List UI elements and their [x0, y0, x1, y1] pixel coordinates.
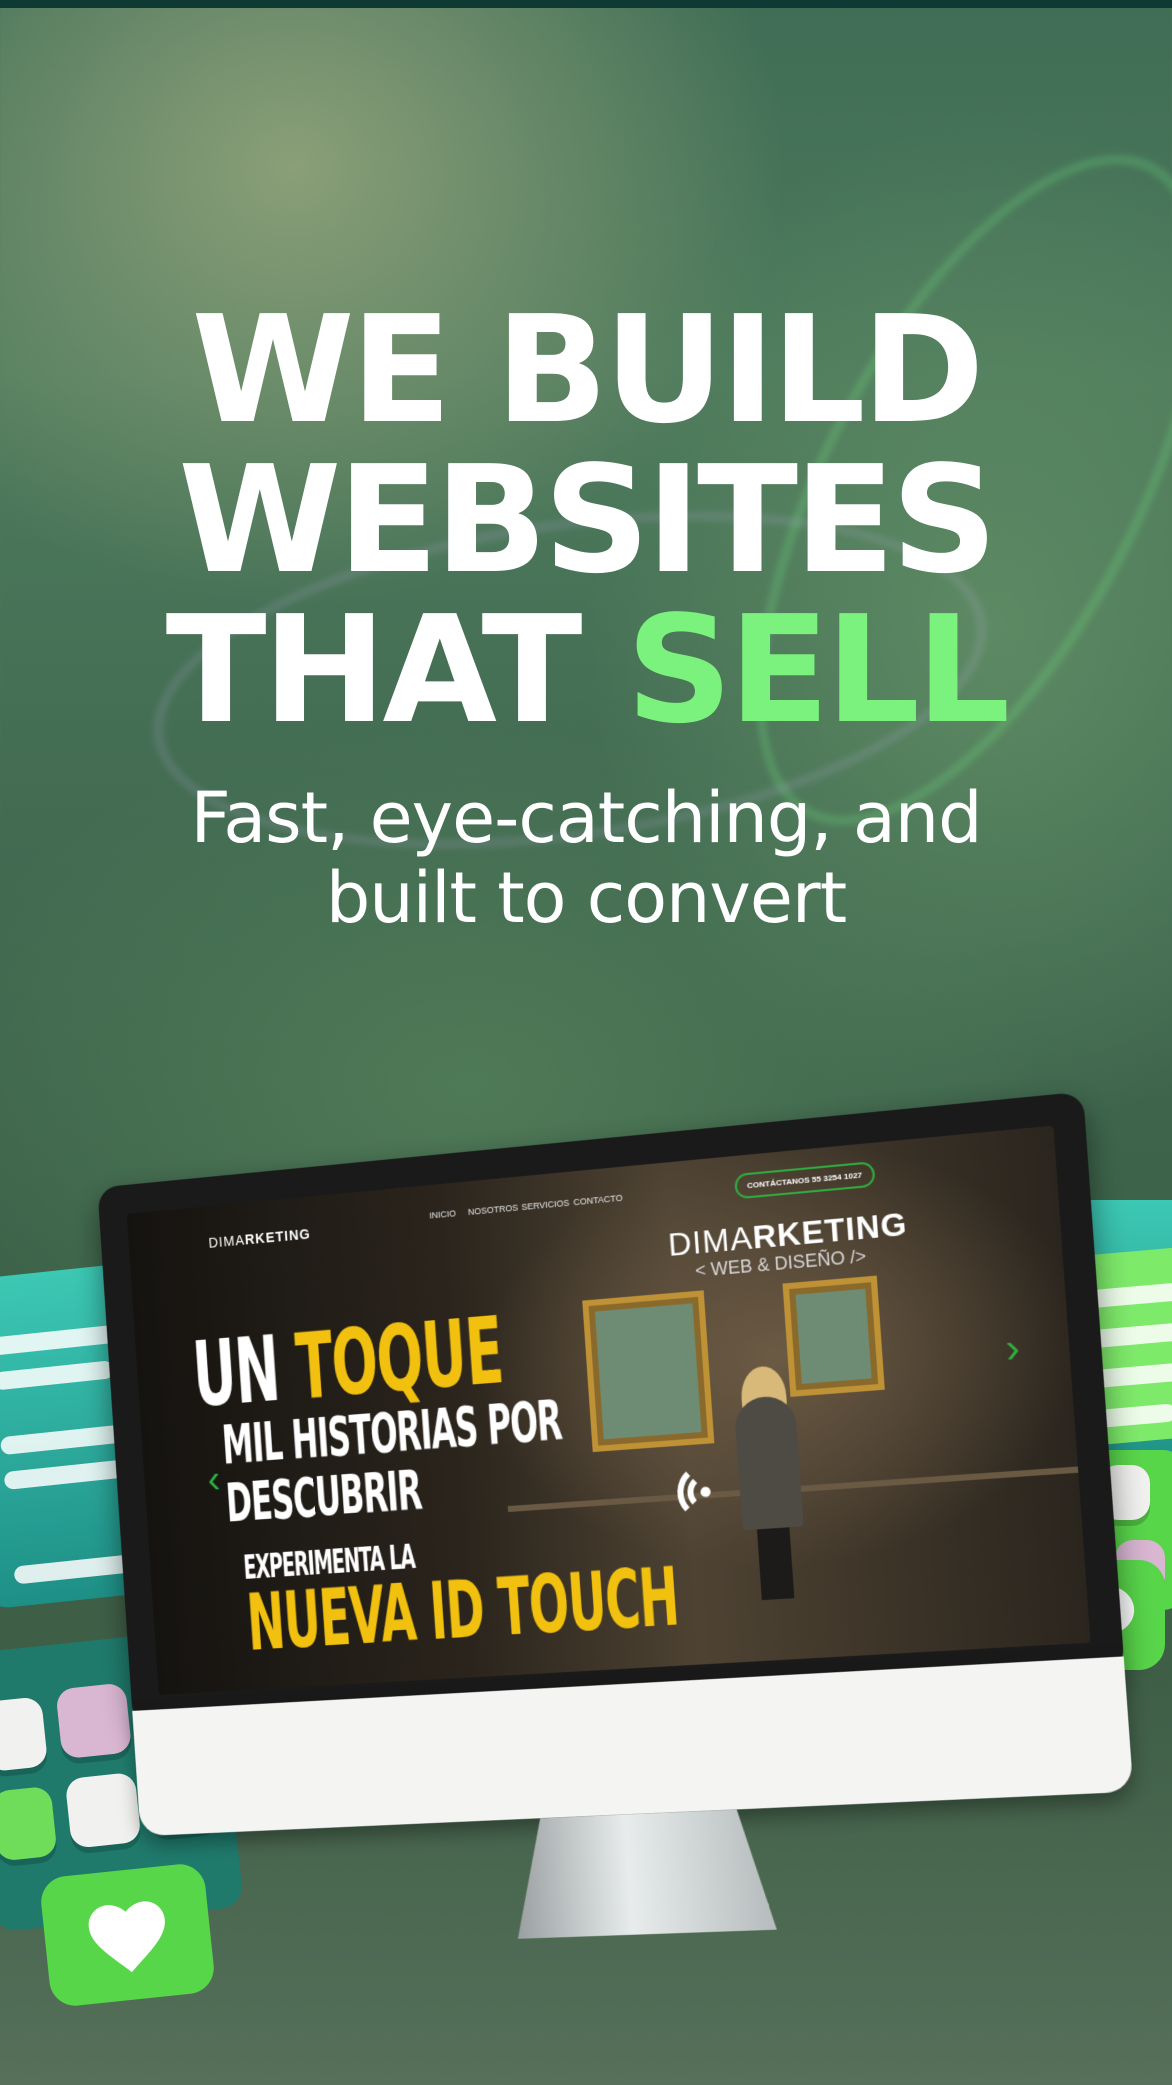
keypad-key	[64, 1771, 142, 1849]
contactless-icon	[649, 1442, 742, 1535]
keypad-key	[0, 1785, 58, 1862]
subheadline-line-2: built to convert	[325, 857, 847, 939]
website-screen: DIMARKETING INICIO NOSOTROS SERVICIOS CO…	[126, 1125, 1091, 1695]
site-nav-logo-light: DIMA	[208, 1231, 246, 1251]
person-legs	[756, 1527, 795, 1601]
keypad-key	[55, 1682, 133, 1760]
contact-cta-button[interactable]: CONTÁCTANOS 55 3254 1027	[734, 1161, 876, 1200]
site-nav-inicio[interactable]: INICIO	[429, 1208, 456, 1220]
monitor-bezel: DIMARKETING INICIO NOSOTROS SERVICIOS CO…	[97, 1091, 1125, 1726]
heart-bubble	[38, 1861, 217, 2009]
headline-line-3-prefix: THAT	[165, 584, 627, 756]
headline-line-1: WE BUILD	[191, 284, 984, 456]
headline-highlight: SELL	[626, 584, 1010, 756]
site-nav-logo[interactable]: DIMARKETING	[208, 1226, 311, 1251]
panel-line	[0, 1360, 115, 1391]
top-border	[0, 0, 1172, 8]
monitor-mockup: DIMARKETING INICIO NOSOTROS SERVICIOS CO…	[97, 1091, 1134, 1851]
site-nav-contacto[interactable]: CONTACTO	[573, 1193, 623, 1208]
chevron-left-icon[interactable]: ‹	[206, 1458, 221, 1502]
painting-frame	[782, 1275, 885, 1397]
person-figure	[733, 1394, 804, 1531]
headline: WE BUILD WEBSITES THAT SELL	[0, 295, 1172, 745]
headline-line-3: THAT SELL	[0, 595, 1172, 745]
site-nav-logo-bold: RKETING	[244, 1225, 312, 1248]
painting-frame	[582, 1290, 715, 1453]
chevron-right-icon[interactable]: ›	[1004, 1326, 1021, 1373]
site-nav-servicios[interactable]: SERVICIOS	[521, 1198, 570, 1212]
heart-icon	[88, 1901, 165, 1973]
subheadline: Fast, eye-catching, and built to convert	[0, 778, 1172, 938]
keypad-key	[0, 1696, 49, 1773]
site-nav-nosotros[interactable]: NOSOTROS	[468, 1202, 519, 1217]
hero-subtitle: MIL HISTORIAS POR DESCUBRIR	[220, 1388, 567, 1536]
monitor-stand	[510, 1808, 777, 1939]
headline-line-2: WEBSITES	[178, 434, 997, 606]
subheadline-line-1: Fast, eye-catching, and	[190, 777, 982, 859]
